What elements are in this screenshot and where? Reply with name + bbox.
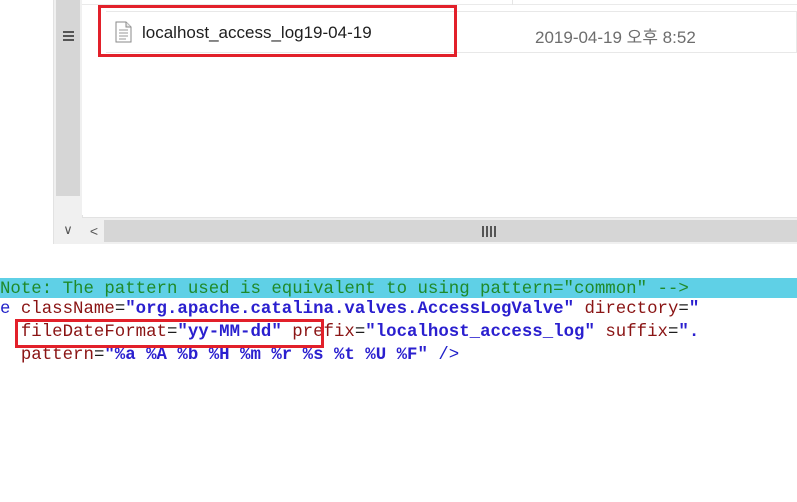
attr-equals: = <box>114 300 126 319</box>
attr-name: className <box>20 300 115 319</box>
tag-close: /> <box>427 346 460 365</box>
attr-value: ". <box>678 323 700 342</box>
code-line-pattern: pattern="%a %A %b %H %m %r %s %t %U %F" … <box>0 345 459 367</box>
chevron-left-icon: < <box>89 223 99 239</box>
attr-equals: = <box>354 323 366 342</box>
attr-name: suffix <box>605 323 668 342</box>
chevron-down-icon: ∨ <box>63 222 73 237</box>
grip-vertical-icon <box>482 226 496 237</box>
attr-highlight-box <box>15 319 324 348</box>
file-highlight-box <box>98 5 457 57</box>
attr-value: " <box>688 300 700 319</box>
grip-lines-icon <box>63 31 74 43</box>
code-text: e <box>0 300 21 319</box>
attr-equals: = <box>678 300 689 319</box>
attr-name: directory <box>584 300 679 319</box>
file-modified-date: 2019-04-19 오후 8:52 <box>535 28 696 47</box>
horizontal-scrollbar[interactable]: < <box>82 217 797 244</box>
column-divider <box>512 0 513 5</box>
scroll-down-button[interactable]: ∨ <box>54 218 82 242</box>
attr-name: pattern <box>20 346 94 365</box>
code-comment-line: Note: The pattern used is equivalent to … <box>0 280 689 299</box>
scroll-left-button[interactable]: < <box>85 221 103 241</box>
navigation-pane <box>0 0 50 244</box>
code-line-classname: e className="org.apache.catalina.valves.… <box>0 299 699 321</box>
attr-value: "localhost_access_log" <box>365 323 595 342</box>
vertical-scrollbar[interactable]: ∨ <box>53 0 83 244</box>
code-editor: Note: The pattern used is equivalent to … <box>0 274 797 374</box>
vertical-scroll-thumb[interactable] <box>56 0 80 196</box>
attr-value: "%a %A %b %H %m %r %s %t %U %F" <box>104 346 428 365</box>
attr-equals: = <box>667 323 679 342</box>
horizontal-scroll-thumb[interactable] <box>104 220 797 242</box>
attr-equals: = <box>93 346 105 365</box>
file-explorer: ∨ localhost_access_log19-04-19 2019-04-1… <box>0 0 797 244</box>
attr-value: "org.apache.catalina.valves.AccessLogVal… <box>125 300 575 319</box>
